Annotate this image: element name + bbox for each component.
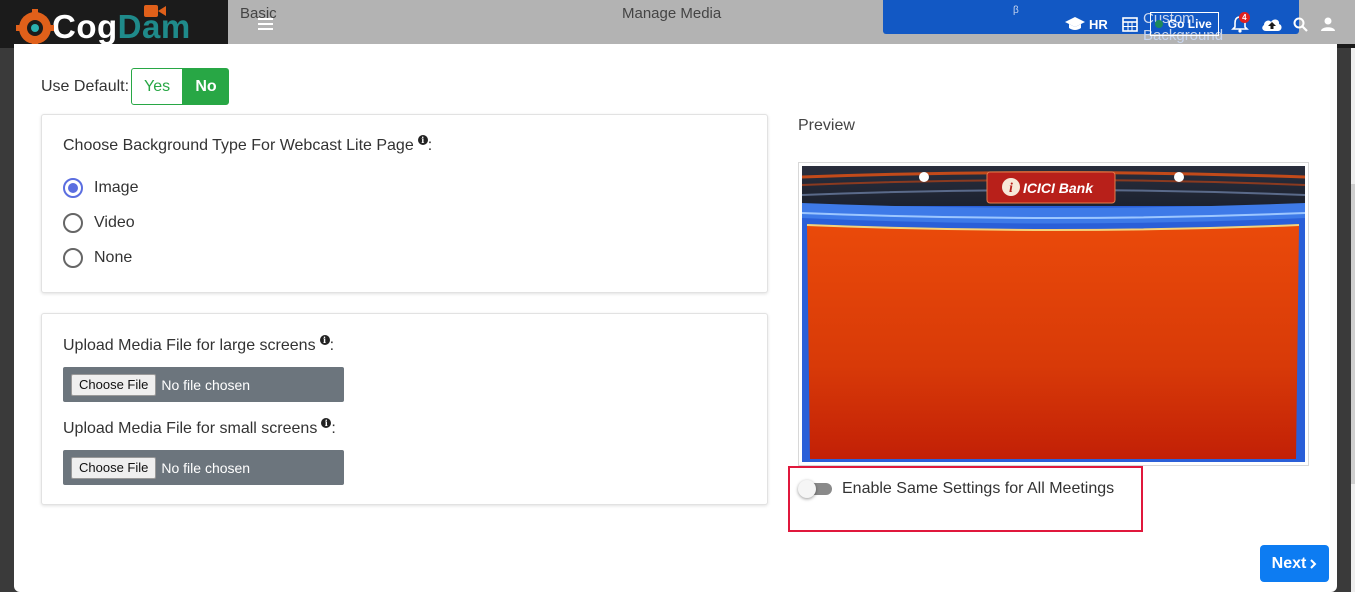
go-live-label: Go Live: [1167, 17, 1212, 31]
search-icon: [1293, 17, 1308, 32]
radio-option-none[interactable]: None: [63, 248, 132, 268]
camera-icon: [144, 5, 166, 17]
same-settings-toggle-row[interactable]: Enable Same Settings for All Meetings: [798, 480, 1114, 498]
radio-image-label: Image: [94, 179, 139, 196]
user-menu-button[interactable]: [1320, 16, 1336, 32]
upload-large-label: Upload Media File for large screens i:: [63, 335, 335, 355]
highlight-box: [788, 466, 1143, 532]
preview-background-image: i ICICI Bank: [801, 166, 1306, 462]
upload-small-label-suffix: :: [331, 420, 336, 437]
logo-mark-icon: [14, 6, 54, 47]
upload-media-card: Upload Media File for large screens i: Ch…: [41, 313, 768, 505]
top-bar: CogDam Basic Manage Media Custom Backgro…: [0, 0, 1355, 48]
preview-image: i ICICI Bank: [798, 162, 1309, 466]
same-settings-toggle[interactable]: [798, 480, 832, 498]
use-default-label: Use Default:: [41, 77, 130, 95]
info-icon[interactable]: i: [319, 335, 330, 345]
notifications-button[interactable]: 4: [1230, 12, 1250, 33]
background-type-title-text: Choose Background Type For Webcast Lite …: [63, 137, 414, 154]
cloud-upload-icon: [1262, 19, 1282, 31]
next-button[interactable]: Next: [1260, 545, 1329, 582]
upload-large-file-input[interactable]: Choose File No file chosen: [63, 367, 344, 402]
upload-small-label-text: Upload Media File for small screens: [63, 420, 318, 437]
upload-large-label-suffix: :: [329, 337, 335, 354]
use-default-no-button[interactable]: No: [183, 68, 230, 105]
background-type-title: Choose Background Type For Webcast Lite …: [63, 135, 433, 155]
cogdam-logo[interactable]: CogDam: [14, 4, 228, 48]
notification-badge: 4: [1238, 12, 1250, 23]
icici-logo-text: ICICI Bank: [1023, 180, 1094, 196]
background-type-card: Choose Background Type For Webcast Lite …: [41, 114, 768, 293]
choose-file-large-button[interactable]: Choose File: [71, 373, 157, 396]
radio-image-control[interactable]: [63, 178, 83, 198]
calendar-icon: [1121, 17, 1138, 32]
radio-video-label: Video: [94, 214, 135, 231]
upload-large-status: No file chosen: [161, 376, 251, 393]
choose-file-small-button[interactable]: Choose File: [71, 456, 157, 479]
beta-badge: β: [1013, 5, 1019, 16]
graduation-cap-icon: [1065, 17, 1085, 30]
radio-none-control[interactable]: [63, 248, 83, 268]
upload-small-label: Upload Media File for small screens i:: [63, 418, 336, 438]
preview-label: Preview: [798, 117, 855, 134]
tab-custom-background-label: Custom Background β: [1013, 5, 1223, 44]
hamburger-menu-icon[interactable]: [258, 18, 273, 30]
user-icon: [1320, 17, 1335, 31]
upload-button[interactable]: [1261, 16, 1283, 32]
svg-text:i: i: [1009, 181, 1013, 196]
same-settings-label: Enable Same Settings for All Meetings: [842, 480, 1115, 497]
search-button[interactable]: [1293, 17, 1308, 32]
live-dot-icon: [1154, 20, 1163, 28]
info-icon[interactable]: i: [321, 418, 332, 428]
logo-text: CogDam: [52, 10, 191, 43]
background-type-title-suffix: :: [427, 137, 433, 154]
header-actions: HR Go Live 4: [1060, 10, 1336, 38]
hr-menu[interactable]: HR: [1065, 16, 1108, 32]
radio-none-label: None: [94, 249, 133, 266]
upload-small-file-input[interactable]: Choose File No file chosen: [63, 450, 344, 485]
logo-cog: Cog: [52, 7, 118, 45]
use-default-yes-button[interactable]: Yes: [131, 68, 184, 105]
scrollbar[interactable]: [1351, 48, 1355, 592]
upload-large-label-text: Upload Media File for large screens: [63, 337, 316, 354]
hr-label: HR: [1089, 16, 1108, 32]
go-live-button[interactable]: Go Live: [1149, 12, 1219, 36]
scrollbar-thumb[interactable]: [1351, 184, 1355, 484]
next-button-label: Next: [1271, 554, 1307, 572]
radio-option-image[interactable]: Image: [63, 178, 138, 198]
chevron-right-icon: [1310, 558, 1317, 569]
tab-manage-media[interactable]: Manage Media: [622, 5, 721, 22]
info-icon[interactable]: i: [417, 135, 428, 145]
radio-video-control[interactable]: [63, 213, 83, 233]
upload-small-status: No file chosen: [161, 459, 251, 476]
calendar-button[interactable]: [1121, 16, 1138, 32]
use-default-group: Use Default: Yes No: [41, 68, 230, 105]
radio-option-video[interactable]: Video: [63, 213, 135, 233]
